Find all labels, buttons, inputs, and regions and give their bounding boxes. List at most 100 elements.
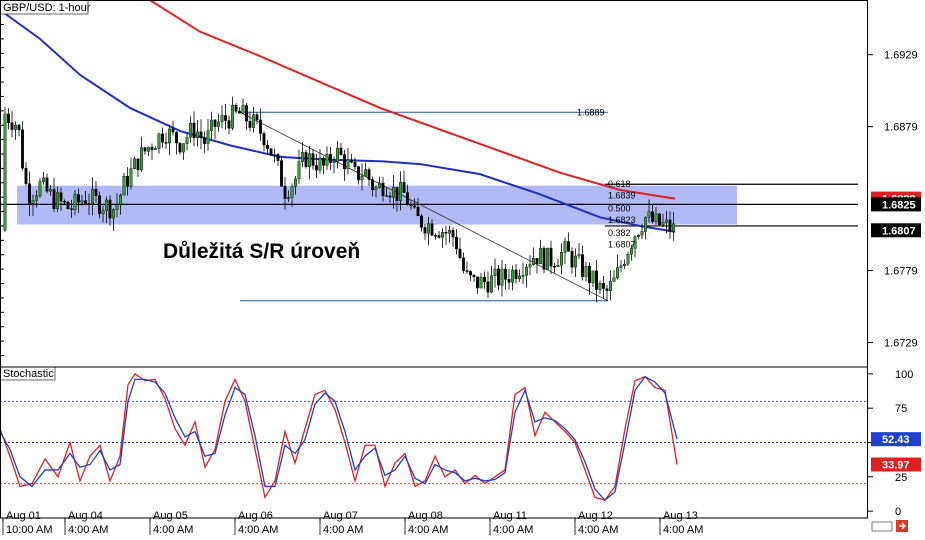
candle-body: [563, 241, 567, 253]
candle-body: [465, 270, 469, 272]
x-tick-date: Aug 12: [578, 510, 613, 522]
x-tick-date: Aug 11: [493, 510, 527, 522]
candle-body: [374, 187, 378, 190]
candle-body: [248, 121, 252, 128]
candle-body: [539, 248, 542, 265]
candle-body: [108, 199, 112, 219]
candle-body: [392, 187, 395, 198]
candle-body: [322, 157, 325, 166]
candle-body: [150, 147, 154, 150]
candle-body: [623, 263, 626, 267]
x-tick-date: Aug 01: [6, 510, 41, 522]
x-tick-time: 4:00 AM: [68, 524, 108, 535]
candle-body: [364, 169, 367, 177]
candle-body: [654, 213, 658, 222]
candle-body: [84, 200, 87, 204]
candle-body: [283, 186, 287, 199]
candle-body: [297, 161, 301, 180]
candle-body: [371, 179, 374, 190]
stoch-y-tick-label: 0: [895, 506, 901, 518]
candle-body: [437, 235, 441, 238]
candle-body: [574, 255, 577, 268]
candle-body: [164, 142, 168, 144]
candle-body: [528, 264, 532, 268]
x-tick-time: 10:00 AM: [6, 524, 52, 535]
candle-body: [304, 152, 308, 168]
candle-body: [220, 115, 224, 123]
fib-label: 1.6807: [608, 240, 636, 250]
candle-body: [196, 131, 199, 138]
candle-body: [35, 195, 38, 201]
candle-body: [126, 176, 129, 187]
candle-body: [101, 210, 105, 214]
candle-body: [591, 270, 595, 284]
candle-body: [318, 157, 322, 171]
candle-body: [14, 124, 17, 130]
price-tag-label: 1.6825: [882, 199, 916, 211]
candle-body: [7, 113, 10, 123]
candle-body: [311, 153, 315, 166]
candle-body: [136, 158, 140, 171]
candle-body: [255, 114, 259, 121]
y-tick-label: 1.6729: [884, 338, 918, 350]
candle-body: [483, 276, 486, 282]
candle-body: [560, 252, 563, 266]
sr-annotation: Důležitá S/R úroveň: [163, 240, 360, 263]
x-tick-date: Aug 04: [68, 510, 103, 522]
candle-body: [98, 195, 101, 214]
candle-body: [511, 269, 514, 283]
candle-body: [546, 247, 549, 270]
candle-body: [672, 223, 675, 232]
candle-body: [444, 232, 448, 234]
link-icon: [871, 521, 893, 532]
candle-body: [514, 269, 518, 279]
candle-body: [521, 275, 525, 277]
candle-body: [640, 231, 644, 236]
candle-body: [479, 276, 483, 289]
candle-body: [231, 105, 234, 129]
candle-body: [616, 267, 619, 278]
candle-body: [10, 122, 14, 130]
stoch-y-tick-label: 25: [895, 472, 907, 484]
x-tick-time: 4:00 AM: [238, 524, 278, 535]
candle-body: [462, 257, 465, 271]
candle-body: [224, 115, 227, 121]
x-tick-time: 4:00 AM: [153, 524, 193, 535]
candle-body: [301, 152, 304, 162]
y-tick-label: 1.6929: [884, 50, 918, 62]
stochastic-panel: 100755025052.4333.97Stochastic: [0, 366, 921, 519]
stoch-tag-label: 33.97: [882, 460, 910, 472]
fib-label: 1.6889: [577, 107, 605, 117]
candle-body: [147, 147, 150, 152]
candle-body: [602, 283, 605, 289]
candle-body: [661, 222, 665, 225]
candle-body: [605, 288, 609, 291]
candle-body: [668, 219, 672, 232]
candle-body: [406, 192, 409, 205]
candle-body: [70, 208, 73, 210]
candle-body: [262, 133, 266, 146]
candle-body: [276, 154, 280, 161]
candle-body: [154, 148, 157, 150]
candle-body: [24, 168, 28, 184]
candle-body: [308, 153, 311, 168]
candle-body: [203, 137, 206, 144]
candle-body: [448, 230, 451, 234]
candle-body: [388, 195, 392, 198]
candle-body: [287, 197, 290, 199]
candle-body: [259, 119, 262, 134]
candle-body: [584, 266, 588, 277]
candle-body: [490, 275, 493, 293]
candle-body: [171, 128, 175, 133]
price-tag-label: 1.6807: [882, 225, 916, 237]
fib-label: 1.6839: [608, 191, 636, 201]
candle-body: [217, 121, 220, 127]
x-tick-date: Aug 05: [153, 510, 188, 522]
x-tick-time: 4:00 AM: [578, 524, 618, 535]
candle-body: [269, 148, 273, 156]
candle-body: [556, 265, 560, 267]
candle-body: [581, 254, 584, 277]
candle-body: [336, 147, 339, 162]
candle-body: [549, 247, 553, 267]
candle-body: [66, 201, 70, 209]
